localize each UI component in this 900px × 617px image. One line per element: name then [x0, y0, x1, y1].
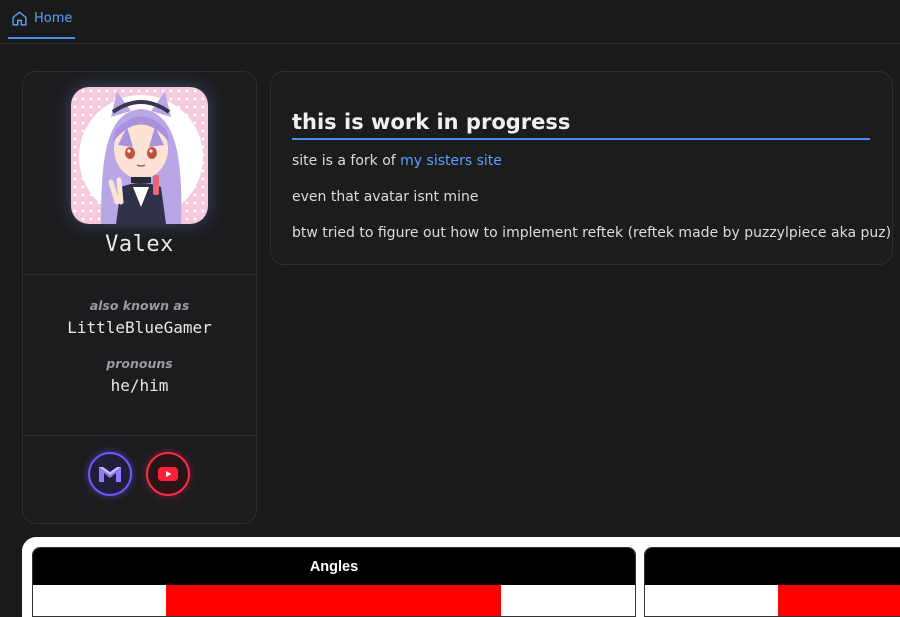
- avatar: [71, 87, 208, 224]
- angles-title: Angles: [33, 548, 635, 585]
- content-line-3: btw tried to figure out how to implement…: [292, 225, 892, 241]
- profile-name: Valex: [105, 232, 174, 257]
- mail-icon: [97, 464, 123, 484]
- second-widget-header: [645, 548, 900, 585]
- mail-button[interactable]: [88, 452, 132, 496]
- divider: [23, 435, 256, 436]
- angles-display: [166, 585, 501, 616]
- second-widget: [644, 547, 900, 617]
- divider: [23, 274, 256, 275]
- content-card: this is work in progress site is a fork …: [270, 71, 893, 265]
- content-line-1: site is a fork of my sisters site: [292, 153, 502, 169]
- second-widget-display: [778, 585, 900, 616]
- pronouns-label: pronouns: [106, 356, 173, 371]
- sisters-site-link[interactable]: my sisters site: [400, 153, 502, 169]
- aka-value: LittleBlueGamer: [67, 318, 212, 337]
- aka-label: also known as: [89, 298, 190, 313]
- content-line-2: even that avatar isnt mine: [292, 189, 479, 205]
- home-icon: [11, 10, 28, 27]
- content-title: this is work in progress: [292, 110, 870, 140]
- youtube-icon: [158, 467, 178, 481]
- content-line-1-text: site is a fork of: [292, 153, 401, 169]
- top-nav: Home: [0, 0, 900, 44]
- tab-home[interactable]: Home: [8, 0, 76, 39]
- pronouns-value: he/him: [110, 376, 169, 395]
- profile-card: Valex also known as LittleBlueGamer pron…: [22, 71, 257, 524]
- tab-home-label: Home: [34, 11, 73, 26]
- youtube-button[interactable]: [146, 452, 190, 496]
- angles-widget: Angles: [32, 547, 636, 617]
